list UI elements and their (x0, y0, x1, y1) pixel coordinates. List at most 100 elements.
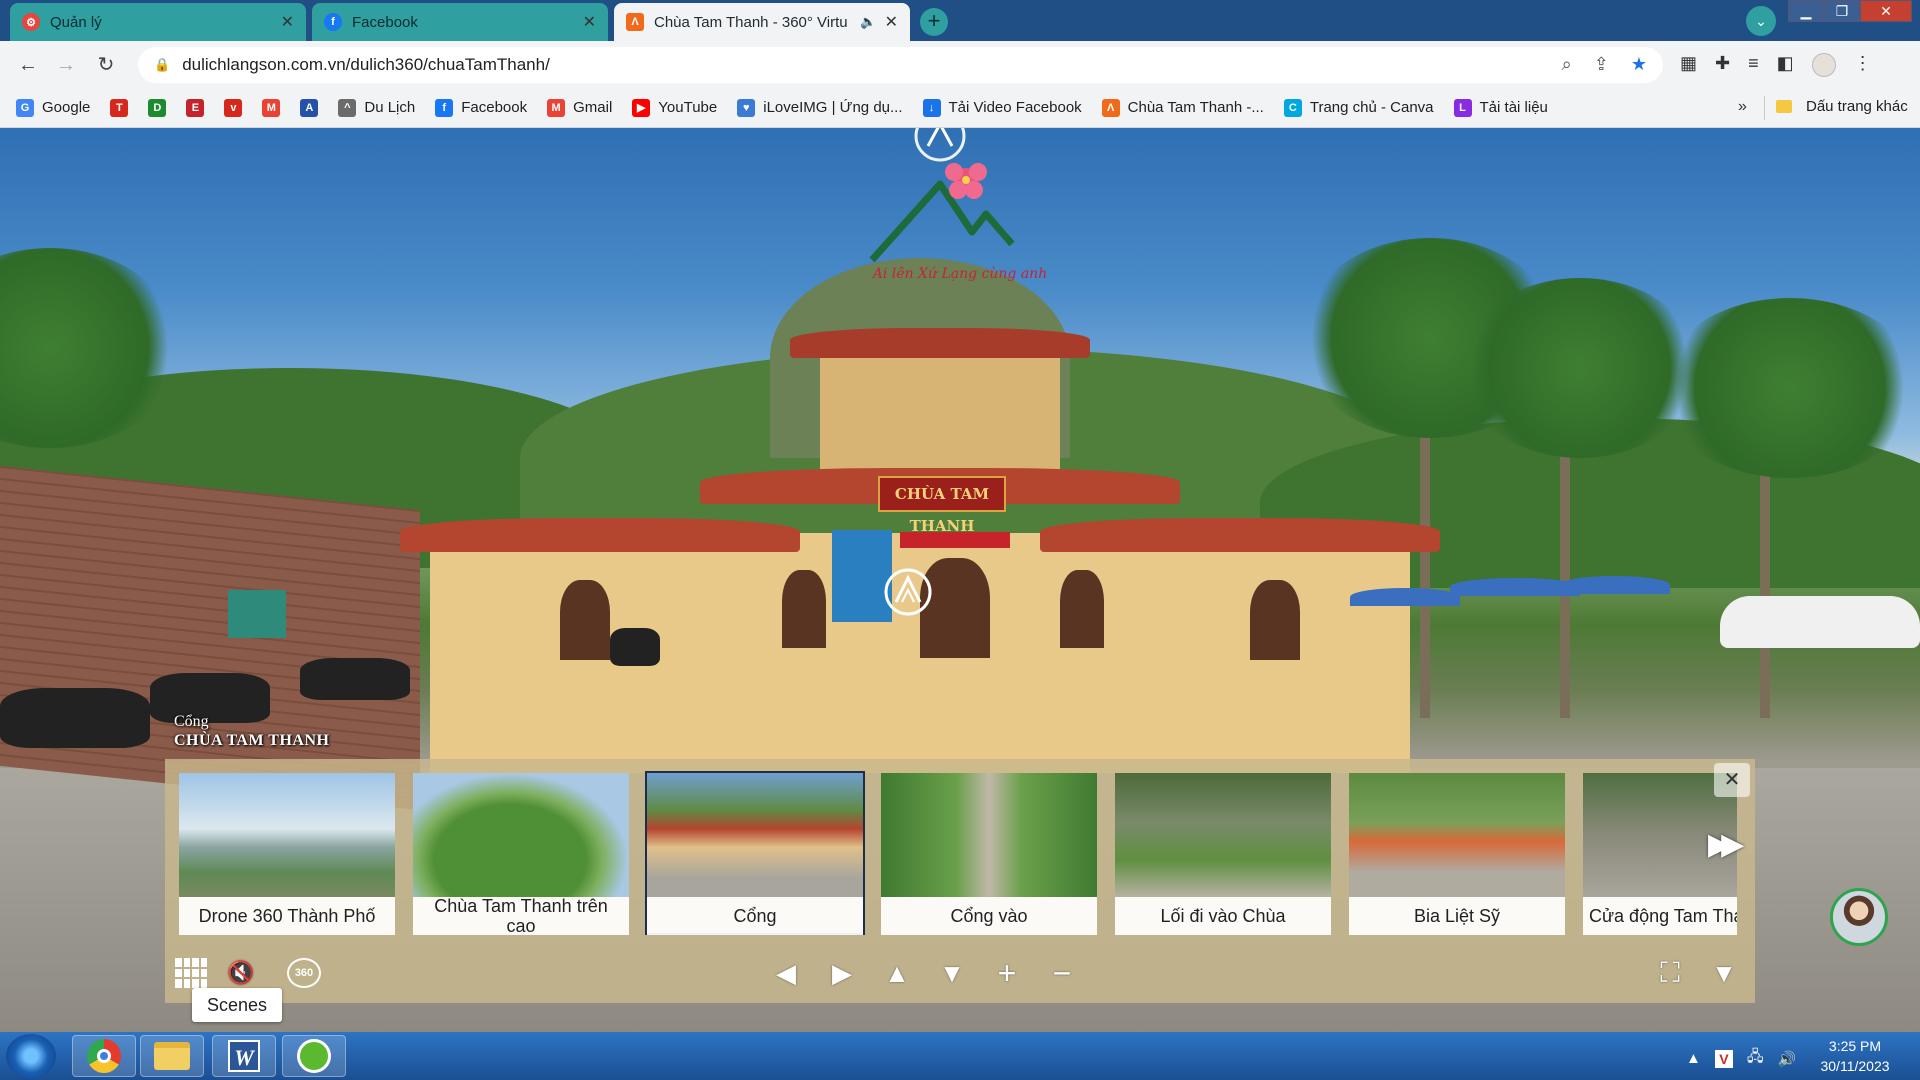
bookmark-icon-3[interactable]: E (186, 98, 205, 117)
menu-kebab-icon[interactable]: ⋮ (1854, 53, 1872, 77)
tab-title: Facebook (352, 13, 418, 31)
google-icon: G (16, 98, 34, 117)
zoom-icon[interactable]: ⌕ (1562, 54, 1572, 75)
hide-panel-icon[interactable]: ▼ (1706, 956, 1742, 990)
bookmark-download[interactable]: ↓ Tải Video Facebook (922, 98, 1082, 117)
tab-title: Chùa Tam Thanh - 360° Virtu (654, 13, 848, 31)
tray-expand-icon[interactable]: ▲ (1686, 1050, 1701, 1067)
start-button[interactable] (6, 1034, 56, 1078)
scene-thumb-tren-cao[interactable]: Chùa Tam Thanh trên cao (411, 771, 631, 935)
close-icon[interactable]: ✕ (885, 12, 898, 32)
taskbar-chrome[interactable] (72, 1035, 136, 1077)
profile-avatar[interactable] (1811, 53, 1836, 77)
scene-hotspot-icon[interactable] (882, 566, 934, 618)
tab-chua-tam-thanh[interactable]: Λ Chùa Tam Thanh - 360° Virtu 🔈 ✕ (614, 3, 910, 41)
scene-thumb-label: Chùa Tam Thanh trên cao (413, 897, 629, 935)
media-queue-icon[interactable]: ≡ (1748, 53, 1759, 77)
tp-icon: T (110, 98, 129, 117)
network-icon[interactable]: 🖧 (1747, 1046, 1764, 1071)
pan-right-icon[interactable]: ▶ (824, 956, 860, 990)
window-close-button[interactable]: ✕ (1860, 0, 1912, 22)
forward-arrow-icon[interactable]: → (52, 51, 80, 79)
address-bar[interactable]: 🔒 dulichlangson.com.vn/dulich360/chuaTam… (138, 47, 1663, 83)
bookmark-document[interactable]: L Tải tài liệu (1453, 98, 1548, 117)
qr-code-icon[interactable]: ▦ (1680, 53, 1697, 77)
tray-v-icon[interactable]: V (1714, 1049, 1733, 1068)
zoom-in-icon[interactable]: + (989, 956, 1025, 990)
share-icon[interactable]: ⇪ (1594, 54, 1609, 75)
close-icon[interactable]: ✕ (583, 12, 596, 32)
extensions-puzzle-icon[interactable]: ✚ (1715, 53, 1730, 77)
tab-search-chevron-icon[interactable]: ⌄ (1746, 6, 1776, 36)
temple-gate-sign: CHÙA TAM THANH (878, 476, 1006, 535)
white-car (1720, 596, 1920, 648)
back-arrow-icon[interactable]: ← (14, 51, 42, 79)
tab-facebook[interactable]: f Facebook ✕ (312, 3, 608, 41)
mute-icon[interactable]: 🔇 (223, 956, 259, 990)
bookmark-label: Facebook (461, 99, 528, 116)
bookmark-mountain[interactable]: ^ Du Lịch (338, 98, 415, 117)
bookmark-canva[interactable]: C Trang chủ - Canva (1283, 98, 1434, 117)
maximize-button[interactable]: ❐ (1824, 0, 1860, 22)
download-icon: ↓ (922, 98, 941, 117)
palm-crown (1660, 298, 1920, 478)
taskbar-explorer[interactable] (140, 1035, 204, 1077)
bookmark-icon-4[interactable]: v (224, 98, 243, 117)
bookmark-icon-6[interactable]: A (300, 98, 319, 117)
scene-thumb-cong[interactable]: Cổng (645, 771, 865, 935)
zoom-out-icon[interactable]: − (1044, 956, 1080, 990)
bookmark-icon-5[interactable]: M (262, 98, 281, 117)
bookmark-label: Gmail (573, 99, 613, 116)
tab-quan-ly[interactable]: ⚙ Quản lý ✕ (10, 3, 306, 41)
speaker-icon[interactable]: 🔈 (860, 14, 876, 30)
bookmark-youtube[interactable]: ▶ YouTube (632, 98, 717, 117)
panel-close-icon[interactable]: ✕ (1714, 763, 1750, 797)
reload-icon[interactable]: ↻ (92, 51, 120, 79)
clock-time: 3:25 PM (1828, 1038, 1882, 1054)
other-bookmarks[interactable]: Dấu trang khác (1776, 98, 1908, 115)
minimize-button[interactable]: ▁ (1788, 0, 1824, 22)
pan-up-icon[interactable]: ▲ (879, 956, 915, 990)
scene-thumb-drone-360[interactable]: Drone 360 Thành Phố (177, 771, 397, 935)
volume-icon[interactable]: 🔊 (1778, 1050, 1797, 1068)
new-tab-button[interactable]: + (920, 8, 948, 36)
next-scenes-icon[interactable]: ▶▶ (1708, 825, 1752, 865)
bookmark-icon-1[interactable]: T (110, 98, 129, 117)
scene-thumb-bia-liet-sy[interactable]: Bia Liệt Sỹ (1347, 771, 1567, 935)
scene-caption: Cổng CHÙA TAM THANH (174, 712, 329, 750)
chrome-icon (87, 1039, 121, 1073)
assistant-avatar[interactable] (1830, 888, 1888, 946)
bookmark-tam-thanh[interactable]: Λ Chùa Tam Thanh -... (1101, 98, 1264, 117)
bookmarks-overflow-icon[interactable]: » (1738, 98, 1747, 116)
view-360-button[interactable]: 360 (287, 958, 321, 988)
close-icon[interactable]: ✕ (281, 12, 294, 32)
pan-left-icon[interactable]: ◀ (768, 956, 804, 990)
tam-thanh-icon: Λ (1101, 98, 1120, 117)
bookmark-star-icon[interactable]: ★ (1631, 54, 1647, 75)
scene-panel: Drone 360 Thành Phố Chùa Tam Thanh trên … (165, 759, 1755, 1003)
bookmark-google[interactable]: G Google (16, 98, 90, 117)
taskbar-green-app[interactable] (282, 1035, 346, 1077)
scene-thumb-image (881, 773, 1097, 897)
pan-down-icon[interactable]: ▼ (934, 956, 970, 990)
side-panel-icon[interactable]: ◧ (1777, 53, 1794, 77)
temple-roof-left (400, 518, 800, 552)
lock-icon[interactable]: 🔒 (154, 57, 170, 73)
scene-thumb-loi-di[interactable]: Lối đi vào Chùa (1113, 771, 1333, 935)
scene-thumb-cong-vao[interactable]: Cổng vào (879, 771, 1099, 935)
taskbar-word[interactable]: W (212, 1035, 276, 1077)
bookmark-facebook[interactable]: f Facebook (435, 98, 528, 117)
bookmark-icon-2[interactable]: D (148, 98, 167, 117)
folder-icon (1776, 100, 1792, 113)
other-bookmarks-label: Dấu trang khác (1806, 98, 1908, 115)
scene-thumb-label: Drone 360 Thành Phố (179, 897, 395, 935)
side-door (1060, 570, 1104, 648)
taskbar-clock[interactable]: 3:25 PM 30/11/2023 (1800, 1036, 1910, 1076)
bookmarks-divider (1764, 96, 1765, 120)
scenes-grid-icon[interactable] (175, 958, 207, 988)
bookmark-heart[interactable]: ♥ iLoveIMG | Ứng dụ... (737, 98, 903, 117)
motorbike (0, 688, 150, 748)
green-app-icon (297, 1039, 331, 1073)
fullscreen-icon[interactable]: ⛶ (1652, 956, 1688, 990)
bookmark-gmail[interactable]: M Gmail (547, 98, 613, 117)
